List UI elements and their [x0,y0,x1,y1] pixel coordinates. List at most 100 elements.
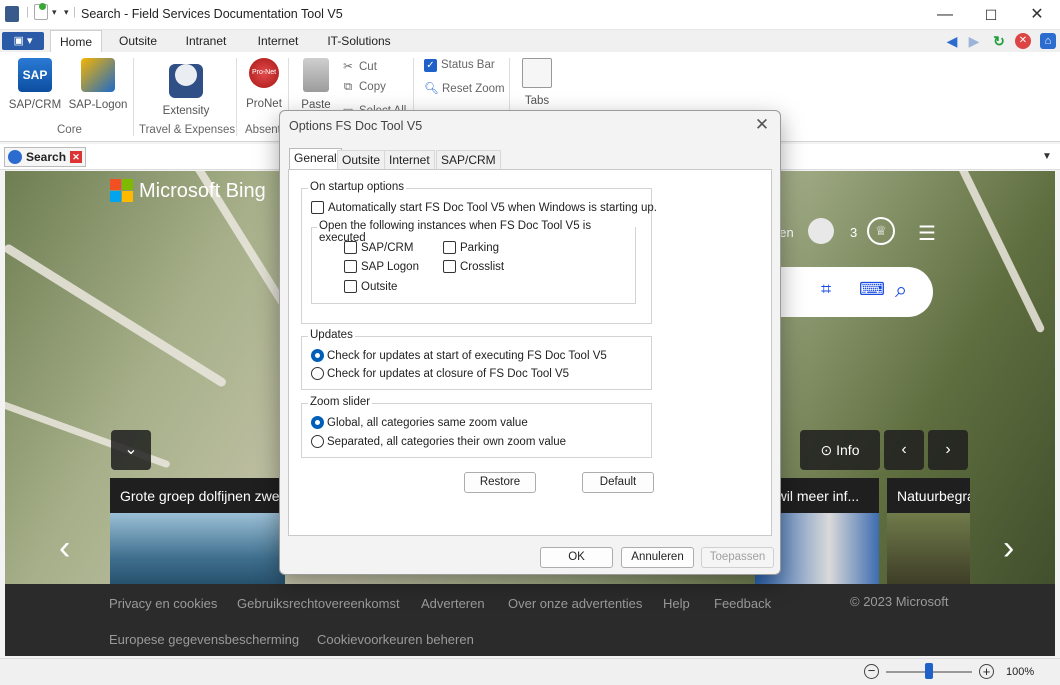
update-at-close-radio[interactable]: Check for updates at closure of FS Doc T… [311,367,569,381]
footer-link[interactable]: Gebruiksrechtovereenkomst [237,596,400,611]
general-tab-panel: On startup options Automatically start F… [288,169,772,536]
instances-group: Open the following instances when FS Doc… [311,220,636,304]
carousel-prev-arrow[interactable]: ‹ [59,529,70,568]
news-card[interactable]: Natuurbegra [887,478,970,588]
instance-crosslist-checkbox[interactable]: Crosslist [443,260,504,274]
default-button[interactable]: Default [582,472,654,493]
cut-label: Cut [359,61,377,73]
info-label: Info [836,442,860,458]
footer-link[interactable]: Adverteren [421,596,485,611]
sap-logon-button[interactable]: SAP-Logon [68,58,128,111]
carousel-next-arrow[interactable]: › [1003,529,1014,568]
clipboard-icon [303,58,329,92]
maximize-button[interactable]: ☐ [968,0,1014,30]
instance-label: Parking [460,242,499,254]
update-at-start-radio[interactable]: Check for updates at start of executing … [311,349,607,363]
zoom-separated-radio[interactable]: Separated, all categories their own zoom… [311,435,566,449]
group-separator [133,58,134,136]
close-tab-icon[interactable]: ✕ [70,151,82,163]
footer-link[interactable]: Cookievoorkeuren beheren [317,632,474,647]
instance-outsite-checkbox[interactable]: Outsite [344,280,397,294]
instance-sap-logon-checkbox[interactable]: SAP Logon [344,260,419,274]
instance-parking-checkbox[interactable]: Parking [443,241,499,255]
startup-options-group: On startup options Automatically start F… [301,181,657,324]
instance-sap-crm-checkbox[interactable]: SAP/CRM [344,241,413,255]
dialog-close-button[interactable]: ✕ [750,114,774,136]
next-image-button[interactable]: › [928,430,968,470]
menu-icon[interactable]: ☰ [918,221,936,246]
zoom-slider-thumb[interactable] [925,663,933,679]
zoom-slider-group: Zoom slider Global, all categories same … [301,396,652,458]
footer-link[interactable]: Over onze advertenties [508,596,642,611]
news-card[interactable]: Grote groep dolfijnen zwe... [110,478,285,588]
file-menu-button[interactable]: ▣ ▾ [2,32,44,50]
checkbox-icon [344,241,357,254]
tab-it-solutions[interactable]: IT-Solutions [320,30,398,52]
back-icon[interactable]: ◀ [944,33,960,49]
tab-intranet[interactable]: Intranet [178,30,234,52]
customize-quick-access-icon[interactable]: ▾ [64,7,69,18]
dialog-tab-general[interactable]: General [289,148,342,170]
minimize-button[interactable]: — [922,0,968,30]
app-icon[interactable] [5,6,19,22]
ok-button[interactable]: OK [540,547,613,568]
search-icon[interactable]: ⌕ [895,277,907,303]
cancel-button[interactable]: Annuleren [621,547,694,568]
close-button[interactable]: ✕ [1014,0,1060,30]
chevron-down-icon[interactable]: ▾ [52,7,57,18]
checkbox-icon [443,241,456,254]
search-box[interactable]: ⌗ ⌨ ⌕ [765,267,933,317]
dialog-tab-internet[interactable]: Internet [384,150,435,169]
ribbon-tab-bar: ▣ ▾ Home Outsite Intranet Internet IT-So… [0,30,1060,53]
sap-logon-label: SAP-Logon [68,99,128,111]
auto-start-checkbox[interactable]: Automatically start FS Doc Tool V5 when … [311,201,657,215]
trophy-icon[interactable]: ♕ [867,217,895,245]
avatar-icon[interactable] [808,218,834,244]
sap-crm-button[interactable]: SAP SAP/CRM [5,58,65,111]
updates-legend: Updates [308,329,355,341]
cut-button[interactable]: ✂ Cut [341,59,377,73]
updates-group: Updates Check for updates at start of ex… [301,329,652,390]
visual-search-icon[interactable]: ⌗ [821,279,831,300]
refresh-icon[interactable]: ↻ [991,33,1007,49]
footer-link[interactable]: Privacy en cookies [109,596,217,611]
extensity-label: Extensity [162,105,210,117]
info-button[interactable]: ⊙ Info [800,430,880,470]
zoom-out-icon[interactable]: − [864,664,879,679]
dialog-tab-sap-crm[interactable]: SAP/CRM [436,150,501,169]
pronet-label: ProNet [246,98,282,110]
tabs-button[interactable]: Tabs [507,58,567,107]
pronet-button[interactable]: Pro-Net ProNet [234,58,294,110]
home-icon[interactable]: ⌂ [1040,33,1056,49]
footer-link[interactable]: Help [663,596,690,611]
update-at-start-label: Check for updates at start of executing … [327,350,607,362]
copy-button[interactable]: ⧉ Copy [341,81,386,94]
extensity-button[interactable]: Extensity [156,58,216,117]
reset-zoom-button[interactable]: 🔍︎ Reset Zoom [424,81,505,95]
tab-home[interactable]: Home [50,30,102,53]
forward-icon[interactable]: ▶ [966,33,982,49]
zoom-in-icon[interactable]: + [979,664,994,679]
browser-tab-search[interactable]: Search ✕ [4,147,86,167]
previous-image-button[interactable]: ‹ [884,430,924,470]
tab-internet[interactable]: Internet [250,30,306,52]
radio-selected-icon [311,416,324,429]
dialog-tab-outsite[interactable]: Outsite [337,150,386,169]
zoom-global-radio[interactable]: Global, all categories same zoom value [311,416,528,430]
new-document-icon[interactable] [34,3,48,20]
apply-button[interactable]: Toepassen [701,547,774,568]
separator: | [26,6,29,18]
footer-link[interactable]: Europese gegevensbescherming [109,632,299,647]
stop-icon[interactable]: ✕ [1015,33,1031,49]
paste-button[interactable]: Paste [286,58,346,111]
tab-outsite[interactable]: Outsite [110,30,166,52]
status-bar-toggle[interactable]: ✓ Status Bar [424,59,495,72]
rewards-count: 3 [850,225,858,240]
footer-link[interactable]: Feedback [714,596,771,611]
keyboard-icon[interactable]: ⌨ [859,279,885,300]
restore-button[interactable]: Restore [464,472,536,493]
title-bar: | ▾ ▾ | Search - Field Services Document… [0,0,1060,30]
zoom-separated-label: Separated, all categories their own zoom… [327,436,567,448]
tab-list-chevron-icon[interactable]: ▼ [1042,151,1052,162]
collapse-chevron-button[interactable]: ⌄ [111,430,151,470]
